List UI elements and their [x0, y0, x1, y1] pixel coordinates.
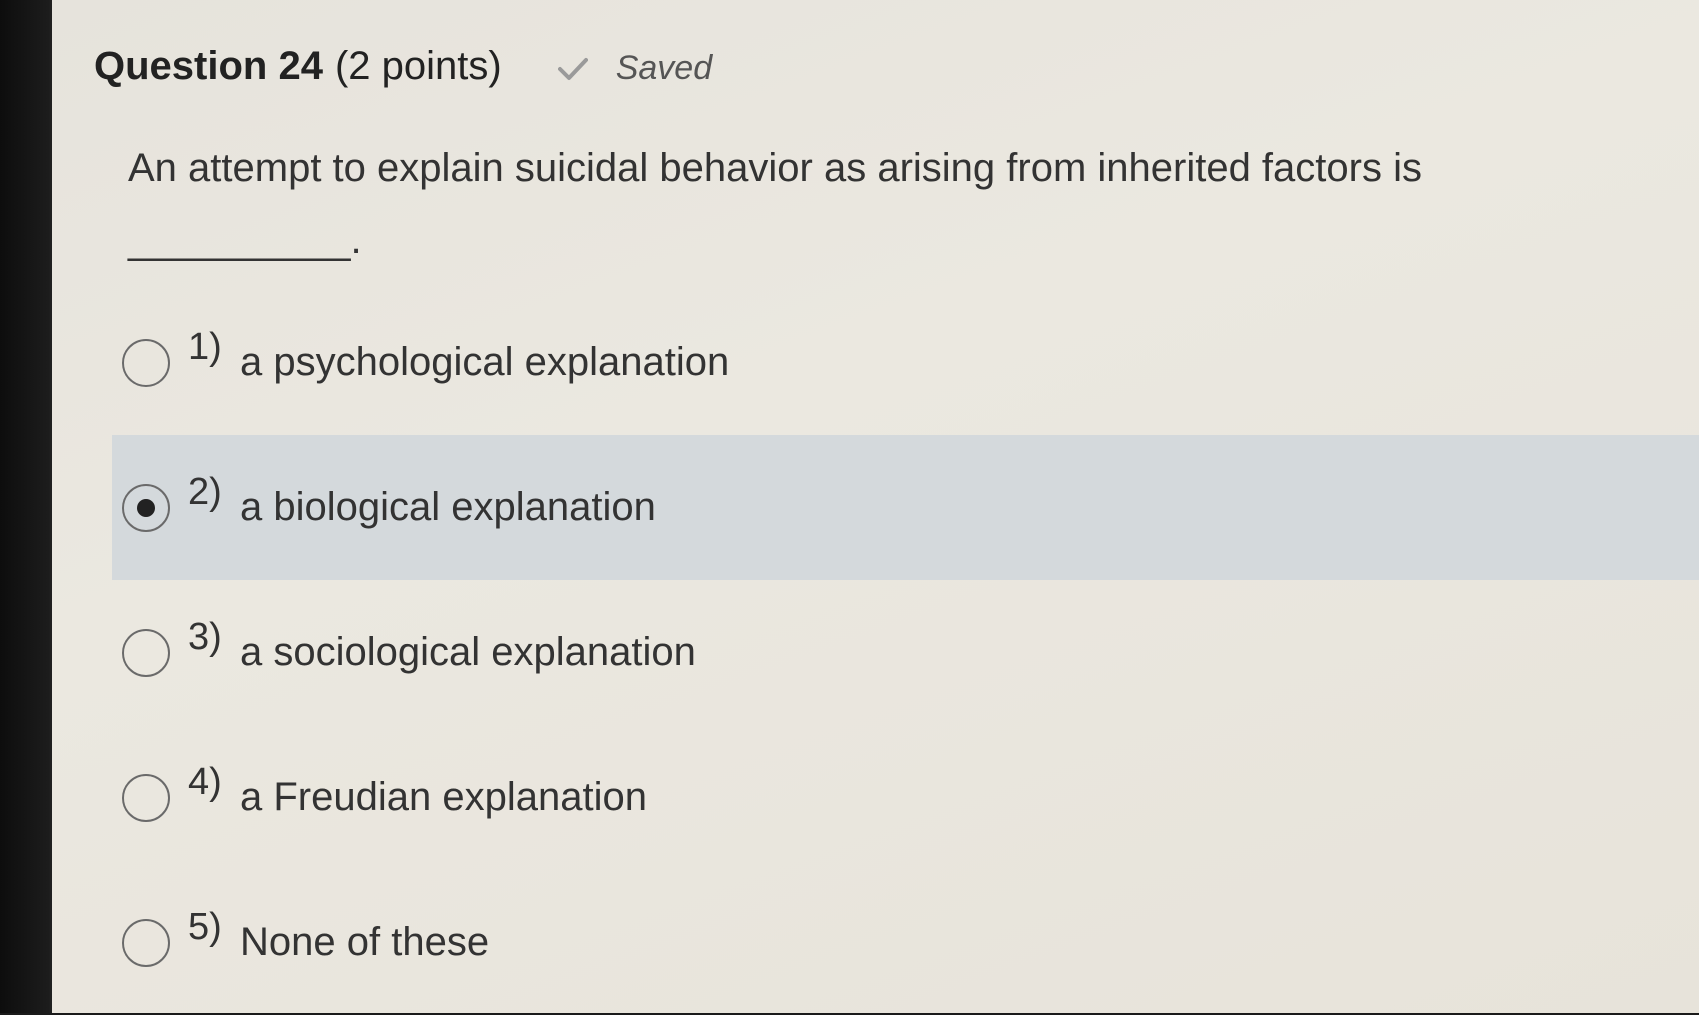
option-number: 4) — [188, 761, 222, 803]
answer-options: 1) a psychological explanation 2) a biol… — [112, 290, 1699, 1015]
question-points: (2 points) — [334, 44, 502, 88]
radio-selected-dot — [137, 498, 155, 517]
saved-label: Saved — [615, 49, 713, 87]
answer-option-1[interactable]: 1) a psychological explanation — [112, 290, 1699, 435]
option-text: a biological explanation — [240, 485, 656, 529]
answer-option-2[interactable]: 2) a biological explanation — [112, 435, 1699, 580]
radio-button[interactable] — [122, 628, 170, 677]
screen-edge — [0, 0, 60, 1013]
question-title: Question 24 — [94, 44, 323, 88]
question-prompt: An attempt to explain suicidal behavior … — [128, 132, 1608, 276]
radio-button[interactable] — [122, 773, 170, 822]
question-header: Question 24 (2 points) Saved — [94, 44, 712, 89]
prompt-blank: __________. — [128, 218, 362, 262]
option-text: a psychological explanation — [240, 340, 730, 384]
option-number: 1) — [188, 326, 222, 368]
answer-option-3[interactable]: 3) a sociological explanation — [112, 580, 1699, 725]
prompt-text: An attempt to explain suicidal behavior … — [128, 146, 1422, 190]
option-text: None of these — [240, 920, 490, 964]
option-number: 3) — [188, 616, 222, 658]
option-number: 2) — [188, 471, 222, 513]
question-panel: Question 24 (2 points) Saved An attempt … — [52, 0, 1699, 1013]
radio-button-selected[interactable] — [122, 483, 170, 532]
check-icon — [557, 51, 588, 80]
option-text: a sociological explanation — [240, 630, 696, 674]
option-text: a Freudian explanation — [240, 775, 647, 819]
radio-button[interactable] — [122, 918, 170, 967]
radio-button[interactable] — [122, 338, 170, 387]
saved-status: Saved — [557, 49, 713, 88]
answer-option-5[interactable]: 5) None of these — [112, 870, 1699, 1015]
option-number: 5) — [188, 906, 222, 948]
answer-option-4[interactable]: 4) a Freudian explanation — [112, 725, 1699, 870]
